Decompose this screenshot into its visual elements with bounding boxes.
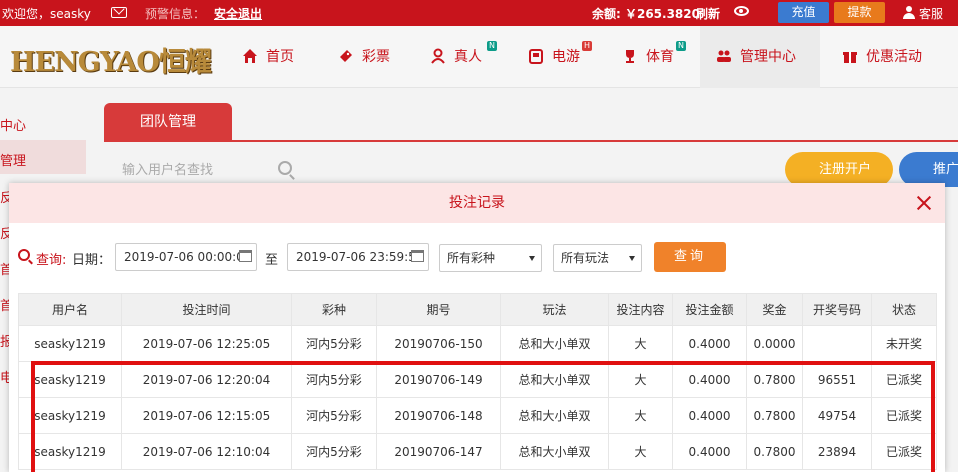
col-play: 玩法 bbox=[500, 293, 609, 326]
close-icon[interactable] bbox=[915, 194, 933, 212]
register-account-button[interactable]: 注册开户 bbox=[785, 152, 893, 187]
nav-item-home[interactable]: 首页 bbox=[242, 26, 294, 88]
home-icon bbox=[243, 49, 257, 63]
date-from-input[interactable]: 2019-07-06 00:00:00 bbox=[115, 243, 257, 271]
nav-item-lottery[interactable]: 彩票 bbox=[338, 26, 390, 88]
promote-button[interactable]: 推广 bbox=[899, 152, 958, 187]
chevron-down-icon bbox=[629, 256, 635, 261]
lottery-type-select[interactable]: 所有彩种 bbox=[439, 244, 542, 272]
cell-draw-number bbox=[802, 325, 872, 362]
nav-item-sports[interactable]: 体育 N bbox=[622, 26, 686, 88]
modal-header: 投注记录 bbox=[9, 183, 945, 223]
tab-team-management[interactable]: 团队管理 bbox=[104, 103, 232, 141]
badge-new: N bbox=[487, 41, 497, 51]
cell-bet-content: 大 bbox=[608, 325, 673, 362]
customer-service-link[interactable]: 客服 bbox=[919, 5, 943, 22]
calendar-icon[interactable] bbox=[239, 250, 252, 262]
tab-underline bbox=[104, 140, 958, 142]
cell-username: seasky1219 bbox=[18, 325, 122, 362]
lottery-select-value: 所有彩种 bbox=[447, 251, 496, 265]
col-draw-number: 开奖号码 bbox=[802, 293, 872, 326]
calendar-icon[interactable] bbox=[411, 250, 424, 262]
search-icon bbox=[18, 249, 30, 261]
person-icon bbox=[431, 48, 445, 64]
play-type-select[interactable]: 所有玩法 bbox=[553, 244, 642, 272]
cell-bet-time: 2019-07-06 12:25:05 bbox=[121, 325, 292, 362]
logo[interactable]: HENGYAO恒耀 bbox=[10, 40, 212, 79]
cell-lottery: 河内5分彩 bbox=[291, 325, 377, 362]
users-icon bbox=[717, 50, 731, 62]
recharge-button[interactable]: 充值 bbox=[778, 2, 829, 23]
to-label: 至 bbox=[265, 253, 279, 268]
nav-item-games[interactable]: 电游 H bbox=[528, 26, 592, 88]
annotation-highlight-box bbox=[31, 361, 935, 472]
cell-play: 总和大小单双 bbox=[500, 325, 609, 362]
nav-item-live[interactable]: 真人 N bbox=[430, 26, 497, 88]
nav-label-home: 首页 bbox=[266, 49, 294, 65]
col-bet-content: 投注内容 bbox=[608, 293, 673, 326]
modal-title: 投注记录 bbox=[449, 195, 505, 211]
mail-icon[interactable] bbox=[111, 7, 127, 18]
cell-status: 未开奖 bbox=[871, 325, 937, 362]
user-search-input[interactable]: 输入用户名查找 bbox=[112, 157, 302, 185]
cell-bet-amount: 0.4000 bbox=[672, 325, 747, 362]
trophy-icon bbox=[626, 50, 634, 63]
nav-label-games: 电游 bbox=[552, 49, 580, 65]
sidebar-item-center[interactable]: 中心 bbox=[0, 115, 26, 134]
customer-service-icon[interactable] bbox=[903, 6, 915, 19]
nav-label-sports: 体育 bbox=[646, 49, 674, 65]
badge-new: N bbox=[676, 41, 686, 51]
col-lottery: 彩种 bbox=[291, 293, 377, 326]
date-to-value: 2019-07-06 23:59:59 bbox=[296, 250, 424, 264]
col-bet-time: 投注时间 bbox=[121, 293, 292, 326]
search-icon[interactable] bbox=[278, 161, 292, 175]
chevron-down-icon bbox=[529, 256, 535, 261]
query-label: 查询: bbox=[36, 253, 67, 268]
date-label: 日期： bbox=[72, 253, 112, 268]
nav-item-promotions[interactable]: 优惠活动 bbox=[842, 26, 922, 88]
col-period: 期号 bbox=[376, 293, 501, 326]
nav-label-management: 管理中心 bbox=[740, 49, 796, 65]
play-select-value: 所有玩法 bbox=[561, 251, 610, 265]
gift-icon bbox=[843, 52, 857, 63]
balance-text: 余额: ￥265.3820 bbox=[592, 7, 700, 21]
nav-label-lottery: 彩票 bbox=[362, 49, 390, 65]
arcade-icon bbox=[529, 49, 543, 64]
table-header-row: 用户名 投注时间 彩种 期号 玩法 投注内容 投注金额 奖金 开奖号码 状态 bbox=[18, 293, 937, 326]
badge-hot: H bbox=[582, 41, 592, 51]
col-bet-amount: 投注金额 bbox=[672, 293, 747, 326]
nav-label-promotions: 优惠活动 bbox=[866, 49, 922, 65]
col-status: 状态 bbox=[871, 293, 937, 326]
sidebar-item-management[interactable]: 管理 bbox=[0, 150, 26, 169]
ticket-icon bbox=[340, 50, 352, 62]
welcome-text: 欢迎您，seasky bbox=[2, 7, 91, 21]
withdraw-button[interactable]: 提款 bbox=[834, 2, 885, 23]
date-to-input[interactable]: 2019-07-06 23:59:59 bbox=[287, 243, 429, 271]
top-bar: 欢迎您，seasky 预警信息： 安全退出 余额: ￥265.3820 刷新 充… bbox=[0, 0, 958, 26]
cell-prize: 0.0000 bbox=[746, 325, 803, 362]
nav-item-management[interactable]: 管理中心 bbox=[700, 26, 820, 88]
query-button[interactable]: 查询 bbox=[654, 242, 726, 272]
main-nav: HENGYAO恒耀 首页 彩票 真人 N 电游 H 体育 N 管理中心 优惠活动 bbox=[0, 26, 958, 88]
logout-link[interactable]: 安全退出 bbox=[214, 5, 262, 22]
table-row[interactable]: seasky1219 2019-07-06 12:25:05 河内5分彩 201… bbox=[18, 325, 937, 362]
refresh-link[interactable]: 刷新 bbox=[696, 5, 720, 22]
date-from-value: 2019-07-06 00:00:00 bbox=[124, 250, 252, 264]
warning-label: 预警信息： bbox=[145, 7, 206, 21]
col-prize: 奖金 bbox=[746, 293, 803, 326]
col-username: 用户名 bbox=[18, 293, 122, 326]
eye-icon[interactable] bbox=[734, 6, 749, 16]
nav-label-live: 真人 bbox=[454, 49, 482, 65]
cell-period: 20190706-150 bbox=[376, 325, 501, 362]
